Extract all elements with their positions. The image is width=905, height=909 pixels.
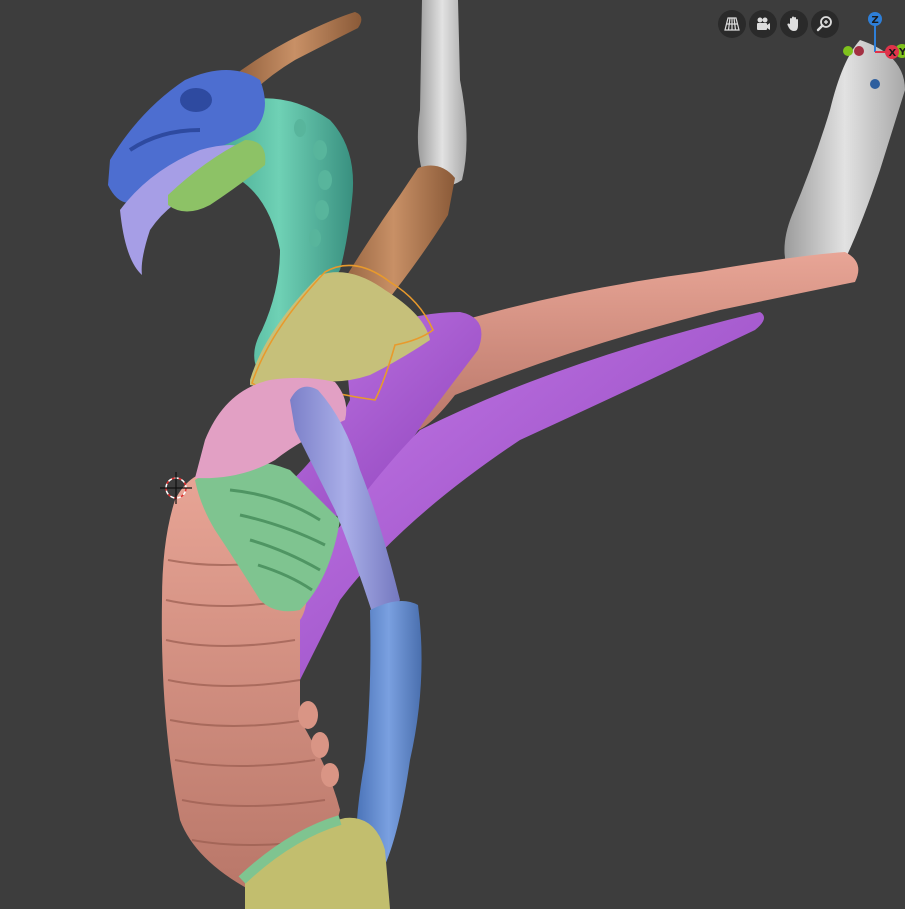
- upper-wing-bone[interactable]: [417, 0, 467, 186]
- z-axis-label: Z: [872, 15, 879, 26]
- sculpt-model[interactable]: [0, 0, 905, 909]
- hand-icon: [787, 16, 798, 31]
- camera-view-button[interactable]: [749, 10, 777, 38]
- 3d-viewport[interactable]: Y X Z: [0, 0, 905, 909]
- zoom-view-button[interactable]: [811, 10, 839, 38]
- negative-z-handle[interactable]: [870, 79, 880, 89]
- x-axis-label: X: [889, 48, 897, 59]
- camera-icon: [757, 17, 770, 30]
- navigation-gizmo[interactable]: Y X Z: [836, 8, 905, 98]
- y-axis-label: Y: [898, 47, 905, 58]
- grid-perspective-icon: [724, 17, 740, 31]
- pan-view-button[interactable]: [780, 10, 808, 38]
- negative-y-handle[interactable]: [843, 46, 853, 56]
- zoom-icon: [816, 16, 832, 32]
- viewport-navigation: [718, 10, 839, 38]
- toggle-perspective-button[interactable]: [718, 10, 746, 38]
- negative-x-handle[interactable]: [854, 46, 864, 56]
